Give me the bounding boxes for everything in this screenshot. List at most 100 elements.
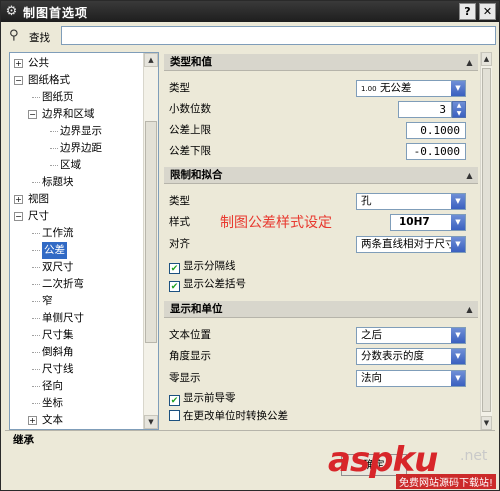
tree-item[interactable]: 工作流	[10, 225, 142, 242]
tree-item[interactable]: 双尺寸	[10, 259, 142, 276]
tree-item-label: 窄	[42, 295, 53, 307]
tree-item[interactable]: 尺寸集	[10, 327, 142, 344]
scroll-up-arrow-icon[interactable]: ▲	[481, 52, 492, 66]
lower-limit-input[interactable]: -0.1000	[406, 143, 466, 160]
tolerance-type-value: 无公差	[379, 82, 412, 94]
tree-item[interactable]: − 边界和区域	[10, 106, 142, 123]
fit-type-select[interactable]: 孔 ▼	[356, 193, 466, 210]
zero-display-select[interactable]: 法向 ▼	[356, 370, 466, 387]
tree-scrollbar[interactable]: ▲ ▼	[143, 53, 158, 429]
tree-item[interactable]: 标题块	[10, 174, 142, 191]
tree-connector	[50, 165, 58, 166]
zero-display-value: 法向	[361, 372, 382, 384]
tree-item-label: 区域	[60, 159, 81, 171]
scroll-down-arrow-icon[interactable]: ▼	[144, 415, 158, 429]
tree-item[interactable]: 图纸页	[10, 89, 142, 106]
convert-tolerance-label: 在更改单位时转换公差	[183, 410, 288, 422]
tree-item[interactable]: − 尺寸	[10, 208, 142, 225]
tree-item[interactable]: + 公共	[10, 55, 142, 72]
search-input[interactable]	[61, 26, 496, 45]
tree-connector	[50, 131, 58, 132]
tree-item[interactable]: + 视图	[10, 191, 142, 208]
expand-icon[interactable]: +	[28, 416, 37, 425]
collapse-up-icon[interactable]: ▲	[463, 169, 476, 182]
chevron-down-icon[interactable]: ▼	[451, 371, 465, 386]
tree-scroll-thumb[interactable]	[145, 121, 157, 343]
section-header-display-units[interactable]: 显示和单位 ▲	[164, 301, 478, 318]
tree-connector	[32, 403, 40, 404]
collapse-up-icon[interactable]: ▲	[463, 303, 476, 316]
title-bar[interactable]: ⚙ 制图首选项 ? ✕	[1, 1, 499, 22]
fit-style-select[interactable]: 10H7 ▼	[390, 214, 466, 231]
tree-item[interactable]: 窄	[10, 293, 142, 310]
tree-item[interactable]: 区域	[10, 157, 142, 174]
collapse-icon[interactable]: −	[14, 76, 23, 85]
chevron-down-icon[interactable]: ▼	[451, 328, 465, 343]
convert-tolerance-checkbox[interactable]: 在更改单位时转换公差	[169, 408, 288, 424]
watermark-tagline: 免费网站源码下载站!	[396, 474, 497, 489]
section-header-type-value[interactable]: 类型和值 ▲	[164, 54, 478, 71]
tree-item-label: 双尺寸	[42, 261, 74, 273]
expand-icon[interactable]: +	[14, 59, 23, 68]
tree-item[interactable]: 边界边距	[10, 140, 142, 157]
chevron-down-icon[interactable]: ▼	[451, 237, 465, 252]
angle-display-select[interactable]: 分数表示的度 ▼	[356, 348, 466, 365]
tree-item[interactable]: 单侧尺寸	[10, 310, 142, 327]
watermark-tld: .net	[460, 448, 488, 464]
chevron-down-icon[interactable]: ▼	[451, 81, 465, 96]
inherit-label: 继承	[13, 434, 34, 446]
leading-zero-checkbox[interactable]: ✔ 显示前导零	[169, 390, 236, 406]
help-button[interactable]: ?	[459, 3, 476, 20]
gear-icon: ⚙	[5, 4, 18, 19]
unchecked-box-icon[interactable]	[169, 410, 180, 421]
tree-item[interactable]: 公差	[10, 242, 142, 259]
category-tree: + 文本 坐标 径向 尺寸线 倒斜角 尺寸集 单侧尺寸 窄 二次折弯 双尺寸 公差 工作流 − 尺寸 + 视图标…	[9, 52, 159, 430]
window-title: 制图首选项	[23, 6, 89, 20]
preferences-dialog: ⚙ 制图首选项 ? ✕ ⚲ 查找 + 文本 坐标 径向 尺寸线 倒斜角 尺寸集 单侧尺寸 窄 二次…	[0, 0, 500, 491]
angle-display-value: 分数表示的度	[361, 350, 424, 362]
tree-connector	[32, 318, 40, 319]
tree-connector	[50, 148, 58, 149]
tree-item[interactable]: 倒斜角	[10, 344, 142, 361]
scroll-down-arrow-icon[interactable]: ▼	[481, 416, 492, 430]
checkmark-icon[interactable]: ✔	[169, 281, 180, 292]
upper-limit-label: 公差上限	[169, 124, 211, 136]
checkmark-icon[interactable]: ✔	[169, 263, 180, 274]
upper-limit-input[interactable]: 0.1000	[406, 122, 466, 139]
tree-connector	[32, 386, 40, 387]
tree-item[interactable]: 边界显示	[10, 123, 142, 140]
tree-item[interactable]: − 图纸格式	[10, 72, 142, 89]
tree-connector	[32, 97, 40, 98]
fit-type-label: 类型	[169, 195, 190, 207]
section-title: 限制和拟合	[170, 169, 223, 181]
close-button[interactable]: ✕	[479, 3, 496, 20]
decimals-input[interactable]: 3	[398, 101, 452, 118]
checkmark-icon[interactable]: ✔	[169, 395, 180, 406]
collapse-icon[interactable]: −	[28, 110, 37, 119]
decimals-stepper[interactable]: ▲ ▼	[452, 101, 466, 118]
chevron-down-icon[interactable]: ▼	[451, 194, 465, 209]
fit-type-value: 孔	[361, 195, 372, 207]
tree-item[interactable]: 尺寸线	[10, 361, 142, 378]
tree-item-label: 工作流	[42, 227, 74, 239]
tree-item[interactable]: 坐标	[10, 395, 142, 412]
chevron-down-icon[interactable]: ▼	[451, 215, 465, 230]
tree-item-label: 单侧尺寸	[42, 312, 84, 324]
show-brackets-checkbox[interactable]: ✔ 显示公差括号	[169, 276, 246, 292]
collapse-icon[interactable]: −	[14, 212, 23, 221]
expand-icon[interactable]: +	[14, 195, 23, 204]
chevron-down-icon[interactable]: ▼	[451, 349, 465, 364]
collapse-up-icon[interactable]: ▲	[463, 56, 476, 69]
show-separator-checkbox[interactable]: ✔ 显示分隔线	[169, 258, 236, 274]
tree-item[interactable]: 径向	[10, 378, 142, 395]
tolerance-type-select[interactable]: 1.00 无公差 ▼	[356, 80, 466, 97]
tree-item-label: 倒斜角	[42, 346, 74, 358]
text-position-select[interactable]: 之后 ▼	[356, 327, 466, 344]
scroll-up-arrow-icon[interactable]: ▲	[144, 53, 158, 67]
tree-item[interactable]: 二次折弯	[10, 276, 142, 293]
panel-scrollbar[interactable]: ▲ ▼	[480, 52, 492, 430]
section-header-limit-fit[interactable]: 限制和拟合 ▲	[164, 167, 478, 184]
tree-item[interactable]: + 文本	[10, 412, 142, 429]
panel-scroll-thumb[interactable]	[482, 68, 491, 412]
align-select[interactable]: 两条直线相对于尺寸 ▼	[356, 236, 466, 253]
